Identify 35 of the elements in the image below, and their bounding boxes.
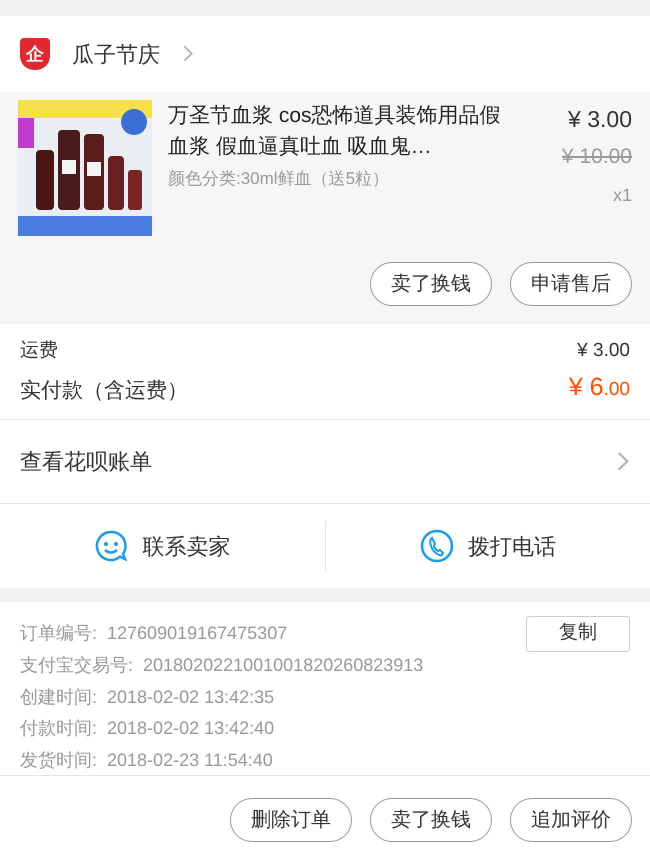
chevron-right-icon	[616, 450, 630, 473]
info-value: 127609019167475307	[107, 622, 288, 645]
info-value: 2018-02-23 11:54:40	[107, 748, 273, 772]
copy-button[interactable]: 复制	[526, 616, 630, 652]
quantity: x1	[612, 184, 632, 207]
bill-link-label[interactable]: 查看花呗账单	[20, 445, 152, 478]
contact-button[interactable]: 联系卖家	[142, 530, 230, 562]
shop-name[interactable]: 瓜子节庆	[72, 38, 160, 70]
shipping-fee: ¥ 3.00	[577, 338, 630, 362]
contact-button[interactable]: 拨打电话	[468, 530, 556, 562]
product-variant: 颜色分类:30ml鲜血（送5粒）	[168, 168, 390, 190]
total-label: 实付款（含运费）	[20, 378, 188, 404]
phone-icon	[420, 529, 454, 563]
product-price: ¥ 3.00	[568, 105, 632, 134]
info-label: 支付宝交易号:	[20, 654, 134, 678]
shipping-label: 运费	[20, 338, 58, 362]
info-label: 付款时间:	[20, 717, 98, 740]
original-price: ¥ 10.00	[562, 144, 632, 170]
order-button[interactable]: 卖了换钱	[370, 798, 492, 842]
info-value: 2018-02-02 13:42:35	[107, 686, 274, 709]
shop-badge: 企	[20, 38, 50, 70]
smiley-chat-icon	[94, 529, 128, 563]
info-label: 订单编号:	[20, 622, 98, 645]
info-label: 创建时间:	[20, 686, 98, 709]
order-button[interactable]: 追加评价	[510, 798, 632, 842]
total-paid: ¥ 6.00	[568, 372, 630, 403]
bill-row[interactable]: 查看花呗账单	[0, 420, 650, 504]
info-value: 2018020221001001820260823913	[143, 654, 424, 678]
product-title[interactable]: 万圣节血浆 cos恐怖道具装饰用品假血浆 假血逼真吐血 吸血鬼…	[168, 100, 518, 162]
info-value: 2018-02-02 13:42:40	[107, 717, 274, 740]
action-button[interactable]: 申请售后	[510, 262, 632, 306]
order-button[interactable]: 删除订单	[230, 798, 352, 842]
chevron-right-icon	[182, 44, 194, 64]
info-label: 发货时间:	[20, 748, 98, 772]
action-button[interactable]: 卖了换钱	[370, 262, 492, 306]
